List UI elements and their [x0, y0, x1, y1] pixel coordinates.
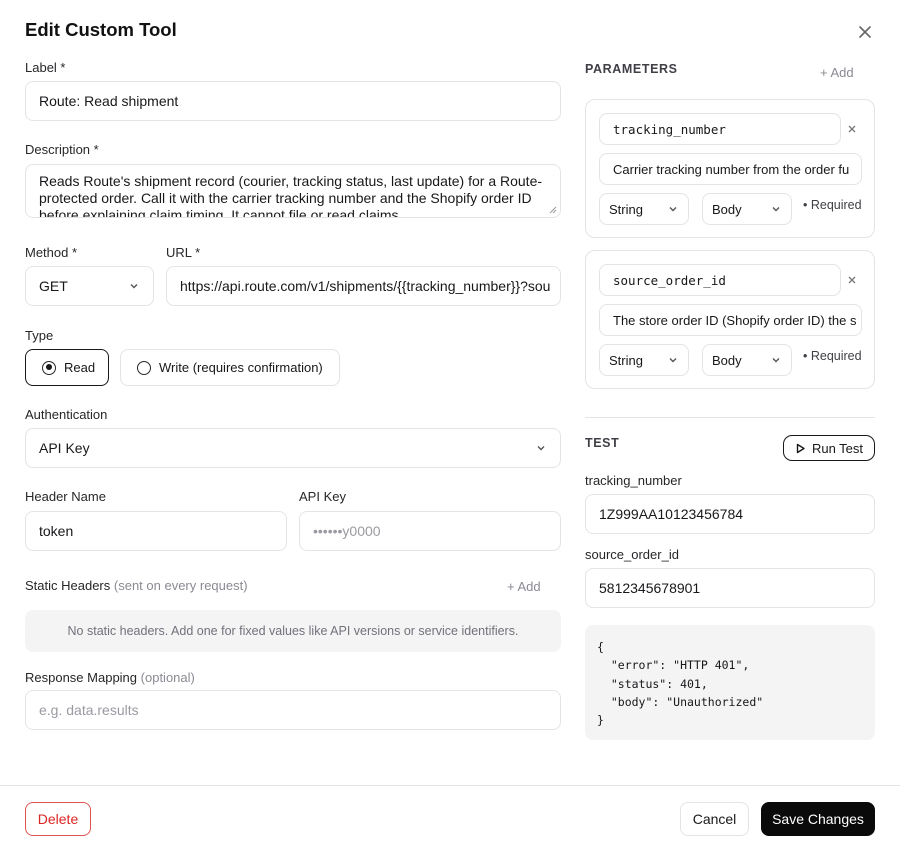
delete-button[interactable]: Delete	[25, 802, 91, 836]
url-field-label: URL *	[166, 245, 201, 260]
add-parameter-button[interactable]: + Add	[820, 65, 854, 80]
test-input-label: tracking_number	[585, 473, 682, 488]
parameter-type-value: String	[609, 201, 643, 217]
parameter-name-input[interactable]: tracking_number	[599, 113, 841, 145]
edit-tool-dialog: Edit Custom Tool Label * Route: Read shi…	[0, 0, 900, 852]
type-option-read[interactable]: Read	[25, 349, 109, 386]
label-input[interactable]: Route: Read shipment	[25, 81, 561, 121]
close-icon[interactable]	[855, 22, 875, 42]
test-tracking-number-input[interactable]: 1Z999AA10123456784	[585, 494, 875, 534]
test-result-output: { "error": "HTTP 401", "status": 401, "b…	[585, 625, 875, 740]
parameter-card: tracking_number Carrier tracking number …	[585, 99, 875, 238]
description-text: Reads Route's shipment record (courier, …	[39, 173, 543, 218]
section-divider	[585, 417, 875, 418]
parameter-location-value: Body	[712, 352, 742, 368]
parameter-required-toggle[interactable]: • Required	[803, 349, 862, 363]
method-select[interactable]: GET	[25, 266, 154, 306]
run-test-label: Run Test	[811, 440, 864, 456]
parameter-description-input[interactable]: Carrier tracking number from the order f…	[599, 153, 862, 185]
chevron-down-icon	[669, 358, 677, 363]
parameter-type-select[interactable]: String	[599, 344, 689, 376]
parameters-title: PARAMETERS	[585, 62, 678, 76]
chevron-down-icon	[772, 207, 780, 212]
type-field-label: Type	[25, 328, 54, 343]
description-textarea[interactable]: Reads Route's shipment record (courier, …	[25, 164, 561, 218]
chevron-down-icon	[537, 446, 545, 451]
parameter-type-value: String	[609, 352, 643, 368]
test-title: TEST	[585, 436, 620, 450]
parameter-type-select[interactable]: String	[599, 193, 689, 225]
response-mapping-hint: (optional)	[140, 670, 195, 685]
header-name-input[interactable]: token	[25, 511, 287, 551]
save-changes-button[interactable]: Save Changes	[761, 802, 875, 836]
test-input-label: source_order_id	[585, 547, 679, 562]
auth-field-label: Authentication	[25, 407, 108, 422]
api-key-label: API Key	[299, 489, 346, 504]
header-name-label: Header Name	[25, 489, 106, 504]
parameter-location-select[interactable]: Body	[702, 193, 792, 225]
parameter-name-input[interactable]: source_order_id	[599, 264, 841, 296]
response-mapping-input[interactable]: e.g. data.results	[25, 690, 561, 730]
play-icon	[796, 443, 805, 453]
method-field-label: Method *	[25, 245, 78, 260]
footer-divider	[0, 785, 900, 786]
parameter-location-value: Body	[712, 201, 742, 217]
parameter-location-select[interactable]: Body	[702, 344, 792, 376]
api-key-input[interactable]: ••••••y0000	[299, 511, 561, 551]
description-field-label: Description *	[25, 142, 99, 157]
auth-value: API Key	[39, 440, 90, 456]
resize-handle-icon[interactable]	[549, 206, 557, 214]
static-headers-empty-state: No static headers. Add one for fixed val…	[25, 610, 561, 652]
test-source-order-id-input[interactable]: 5812345678901	[585, 568, 875, 608]
type-option-label: Write (requires confirmation)	[159, 360, 323, 375]
response-mapping-label: Response Mapping (optional)	[25, 670, 195, 685]
add-static-header-button[interactable]: + Add	[507, 579, 541, 594]
static-headers-title: Static Headers	[25, 578, 111, 593]
cancel-button[interactable]: Cancel	[680, 802, 749, 836]
auth-select[interactable]: API Key	[25, 428, 561, 468]
type-option-write[interactable]: Write (requires confirmation)	[120, 349, 340, 386]
type-option-label: Read	[64, 360, 96, 375]
radio-selected-icon	[42, 360, 56, 375]
chevron-down-icon	[130, 284, 138, 289]
static-headers-hint: (sent on every request)	[113, 578, 248, 593]
chevron-down-icon	[669, 207, 677, 212]
url-input[interactable]: https://api.route.com/v1/shipments/{{tra…	[166, 266, 561, 306]
run-test-button[interactable]: Run Test	[783, 435, 875, 461]
response-mapping-title: Response Mapping	[25, 670, 138, 685]
parameter-description-input[interactable]: The store order ID (Shopify order ID) th…	[599, 304, 862, 336]
radio-unselected-icon	[137, 360, 151, 375]
static-headers-label: Static Headers (sent on every request)	[25, 578, 248, 593]
method-value: GET	[39, 278, 68, 294]
remove-parameter-icon[interactable]	[847, 275, 857, 285]
label-field-label: Label *	[25, 60, 66, 75]
parameter-required-toggle[interactable]: • Required	[803, 198, 862, 212]
remove-parameter-icon[interactable]	[847, 124, 857, 134]
chevron-down-icon	[772, 358, 780, 363]
dialog-title: Edit Custom Tool	[25, 19, 177, 40]
parameter-card: source_order_id The store order ID (Shop…	[585, 250, 875, 389]
